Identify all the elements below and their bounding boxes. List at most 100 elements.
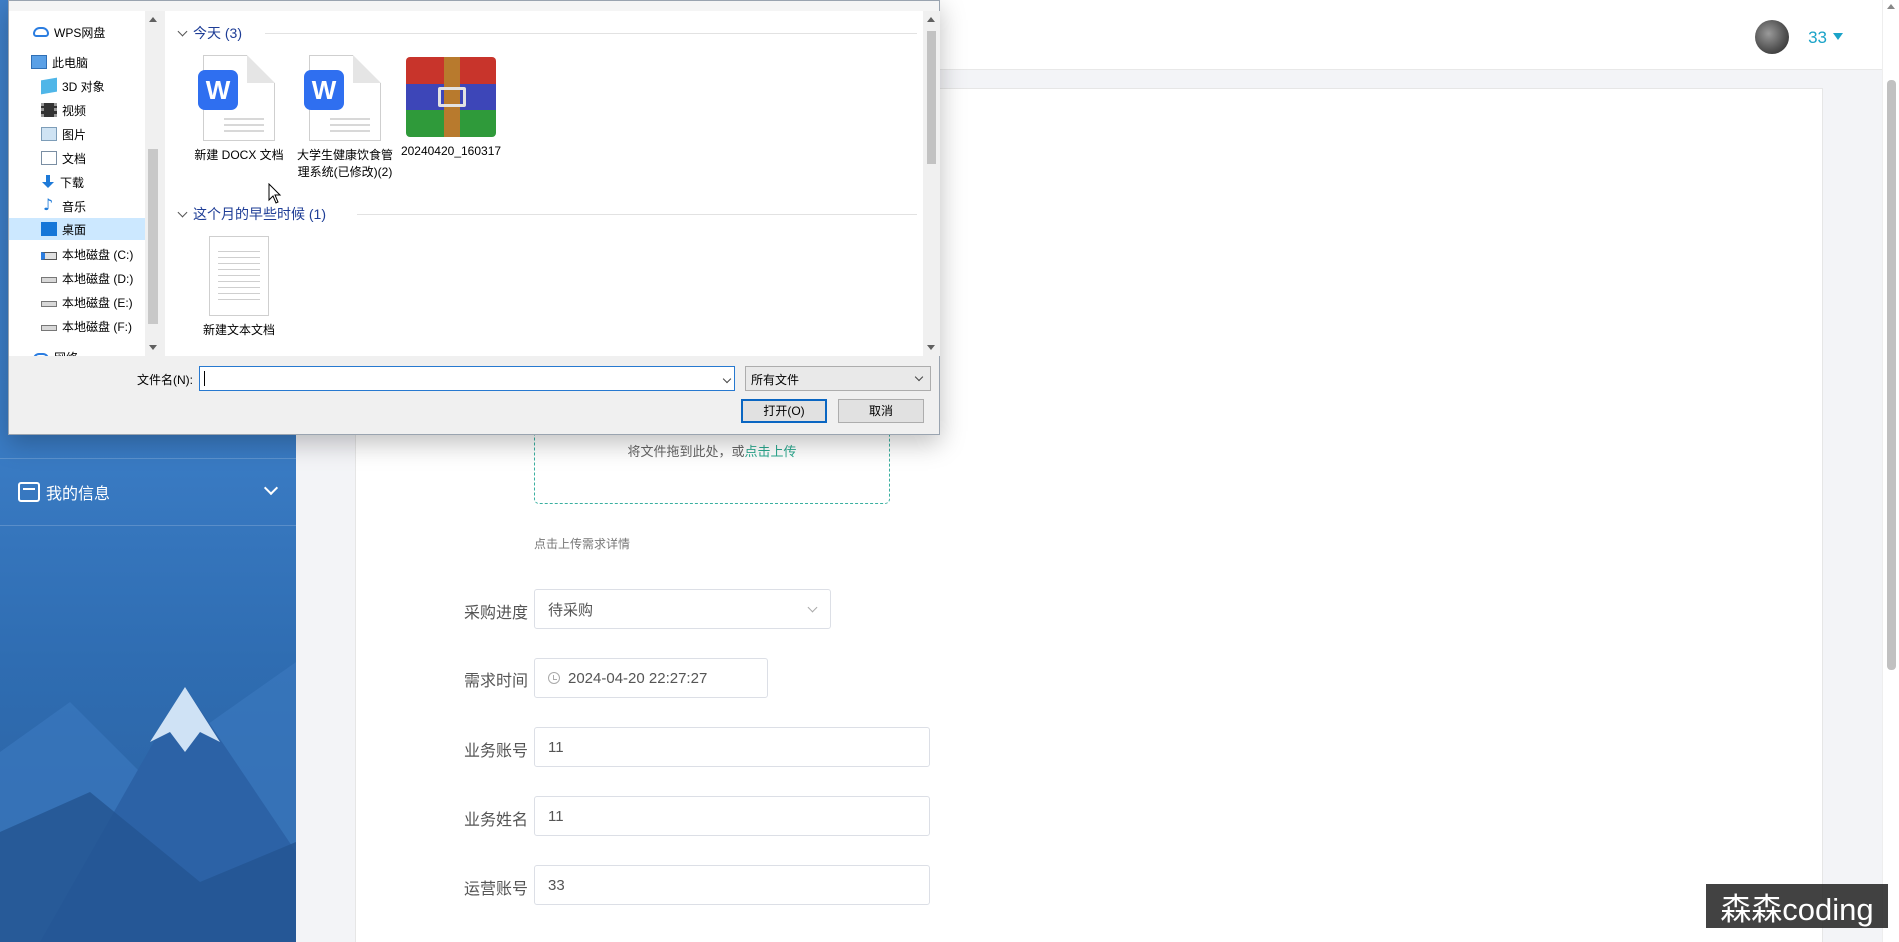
id-card-icon xyxy=(18,482,40,502)
field-label-demand-time: 需求时间 xyxy=(463,673,528,690)
scrollbar-thumb[interactable] xyxy=(927,31,936,164)
group-divider xyxy=(357,214,917,215)
filename-input[interactable] xyxy=(199,366,735,391)
nav-item-disk-c[interactable]: 本地磁盘 (C:) xyxy=(41,243,133,265)
document-icon xyxy=(41,151,57,165)
nav-label: 文档 xyxy=(62,151,87,166)
file-item[interactable]: W 大学生健康饮食管理系统(已修改)(2) xyxy=(293,55,397,181)
disk-icon xyxy=(41,325,57,331)
scrollbar-thumb[interactable] xyxy=(1887,80,1896,670)
username[interactable]: 33 xyxy=(1808,28,1827,48)
group-header-label: 这个月的早些时候 (1) xyxy=(193,206,326,222)
input-value: 33 xyxy=(548,876,565,894)
file-item[interactable]: 20240420_160317 xyxy=(399,57,503,160)
file-open-dialog: WPS网盘 此电脑 3D 对象 视频 图片 文档 下载 音乐 桌面 本地磁盘 (… xyxy=(8,0,940,435)
cancel-button[interactable]: 取消 xyxy=(838,399,924,423)
nav-label: 下载 xyxy=(60,175,85,190)
chevron-down-icon xyxy=(263,480,279,496)
file-type-value: 所有文件 xyxy=(751,373,800,387)
nav-label: 本地磁盘 (C:) xyxy=(62,247,134,262)
business-account-input[interactable]: 11 xyxy=(534,727,930,767)
nav-item-videos[interactable]: 视频 xyxy=(41,99,86,121)
field-label-business-account: 业务账号 xyxy=(463,743,528,760)
mouse-pointer-icon xyxy=(268,183,282,204)
dialog-footer: 文件名(N): 所有文件 打开(O) 取消 xyxy=(9,356,939,434)
word-document-icon: W xyxy=(198,55,275,141)
group-header-today[interactable]: 今天 (3) xyxy=(177,23,242,43)
scroll-down-icon[interactable] xyxy=(149,345,157,350)
nav-item-documents[interactable]: 文档 xyxy=(41,147,86,169)
nav-label: 本地磁盘 (D:) xyxy=(62,271,134,286)
sidebar-item-label: 我的信息 xyxy=(46,486,111,503)
nav-item-3d-objects[interactable]: 3D 对象 xyxy=(41,75,105,97)
file-item[interactable]: 新建文本文档 xyxy=(187,236,291,339)
disk-icon xyxy=(41,301,57,307)
nav-item-downloads[interactable]: 下载 xyxy=(41,171,84,193)
file-list-scrollbar[interactable] xyxy=(923,11,940,356)
scroll-up-icon[interactable] xyxy=(927,17,935,22)
upload-text: 将文件拖到此处，或点击上传 xyxy=(535,441,889,460)
select-value: 待采购 xyxy=(548,601,594,619)
upload-link[interactable]: 点击上传 xyxy=(745,444,797,459)
cube-icon xyxy=(41,77,57,95)
field-label-business-name: 业务姓名 xyxy=(463,812,528,829)
sidebar-item-my-info[interactable]: 我的信息 xyxy=(0,458,296,526)
nav-item-wps-drive[interactable]: WPS网盘 xyxy=(33,21,105,43)
rar-archive-icon xyxy=(406,57,496,137)
chevron-down-icon xyxy=(177,207,188,217)
nav-label: 桌面 xyxy=(62,222,87,237)
nav-item-music[interactable]: 音乐 xyxy=(41,195,86,217)
nav-item-disk-f[interactable]: 本地磁盘 (F:) xyxy=(41,315,132,337)
page-scrollbar[interactable] xyxy=(1882,0,1899,942)
nav-item-disk-d[interactable]: 本地磁盘 (D:) xyxy=(41,267,133,289)
nav-label: 视频 xyxy=(62,103,87,118)
nav-label: 音乐 xyxy=(62,199,87,214)
scroll-up-icon[interactable] xyxy=(149,17,157,22)
filename-label: 文件名(N): xyxy=(137,373,193,387)
purchase-progress-select[interactable]: 待采购 xyxy=(534,589,831,629)
chevron-down-icon[interactable] xyxy=(722,374,732,384)
clock-icon xyxy=(548,672,560,684)
navigation-scrollbar[interactable] xyxy=(145,11,161,356)
computer-icon xyxy=(31,55,47,69)
chevron-down-icon xyxy=(177,26,188,36)
business-name-input[interactable]: 11 xyxy=(534,796,930,836)
file-type-select[interactable]: 所有文件 xyxy=(745,366,931,391)
nav-item-pictures[interactable]: 图片 xyxy=(41,123,86,145)
scroll-down-icon[interactable] xyxy=(927,345,935,350)
upload-drag-text: 将文件拖到此处，或 xyxy=(627,444,745,459)
field-label-purchase-progress: 采购进度 xyxy=(463,605,528,622)
group-header-earlier-this-month[interactable]: 这个月的早些时候 (1) xyxy=(177,204,326,224)
scrollbar-thumb[interactable] xyxy=(148,149,158,324)
nav-label: 此电脑 xyxy=(52,55,89,70)
text-caret xyxy=(204,371,205,386)
avatar[interactable] xyxy=(1755,20,1789,54)
scroll-up-icon[interactable] xyxy=(1887,4,1895,9)
desktop-icon xyxy=(41,222,57,236)
open-button[interactable]: 打开(O) xyxy=(741,399,827,423)
nav-label: 本地磁盘 (F:) xyxy=(62,319,132,334)
mountain-illustration xyxy=(0,662,296,942)
disk-icon xyxy=(41,277,57,283)
nav-label: 本地磁盘 (E:) xyxy=(62,295,133,310)
cloud-icon xyxy=(33,27,49,37)
video-icon xyxy=(41,103,57,117)
caret-down-icon[interactable] xyxy=(1833,33,1843,40)
upload-tip: 点击上传需求详情 xyxy=(534,537,631,551)
input-value: 11 xyxy=(548,807,564,825)
chevron-down-icon xyxy=(807,602,818,613)
nav-item-desktop[interactable]: 桌面 xyxy=(9,218,145,240)
file-name: 新建 DOCX 文档 xyxy=(194,148,284,162)
navigation-pane: WPS网盘 此电脑 3D 对象 视频 图片 文档 下载 音乐 桌面 本地磁盘 (… xyxy=(9,11,161,356)
group-header-label: 今天 (3) xyxy=(193,25,242,41)
nav-item-this-pc[interactable]: 此电脑 xyxy=(31,51,88,73)
file-name: 大学生健康饮食管理系统(已修改)(2) xyxy=(296,148,393,179)
watermark: 森森coding xyxy=(1706,884,1888,928)
demand-time-picker[interactable]: 2024-04-20 22:27:27 xyxy=(534,658,768,698)
operation-account-input[interactable]: 33 xyxy=(534,865,930,905)
nav-item-network[interactable]: 网络 xyxy=(33,346,78,356)
group-divider xyxy=(265,33,917,34)
nav-item-disk-e[interactable]: 本地磁盘 (E:) xyxy=(41,291,133,313)
file-item[interactable]: W 新建 DOCX 文档 xyxy=(187,55,291,164)
nav-label: WPS网盘 xyxy=(54,25,106,40)
